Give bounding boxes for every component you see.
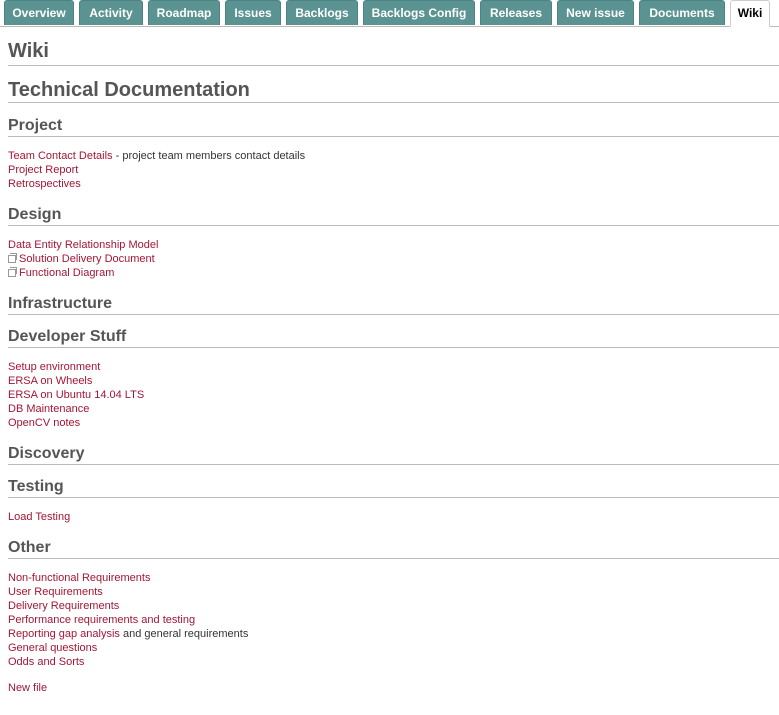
section-heading-discovery: Discovery bbox=[8, 444, 779, 465]
tab-new-issue[interactable]: New issue bbox=[557, 0, 634, 25]
tab-backlogs[interactable]: Backlogs bbox=[286, 0, 358, 25]
link-performance-requirements[interactable]: Performance requirements and testing bbox=[8, 614, 195, 626]
tab-activity[interactable]: Activity bbox=[79, 0, 143, 25]
tab-overview[interactable]: Overview bbox=[4, 0, 74, 25]
link-retrospectives[interactable]: Retrospectives bbox=[8, 178, 81, 190]
section-heading-other: Other bbox=[8, 538, 779, 559]
tab-issues[interactable]: Issues bbox=[225, 0, 281, 25]
link-general-questions[interactable]: General questions bbox=[8, 642, 97, 654]
link-nonfunctional-requirements[interactable]: Non-functional Requirements bbox=[8, 572, 150, 584]
link-odds-and-sorts[interactable]: Odds and Sorts bbox=[8, 656, 84, 668]
external-link-icon bbox=[8, 267, 17, 277]
link-setup-environment[interactable]: Setup environment bbox=[8, 361, 100, 373]
section-heading-testing: Testing bbox=[8, 477, 779, 498]
tab-wiki[interactable]: Wiki bbox=[730, 0, 770, 27]
link-functional-diagram[interactable]: Functional Diagram bbox=[19, 267, 114, 279]
main-menu-tabs: Overview Activity Roadmap Issues Backlog… bbox=[0, 0, 779, 27]
doc-title: Technical Documentation bbox=[8, 78, 779, 103]
section-heading-design: Design bbox=[8, 205, 779, 226]
page-title: Wiki bbox=[8, 39, 779, 66]
link-opencv-notes[interactable]: OpenCV notes bbox=[8, 417, 80, 429]
section-heading-infrastructure: Infrastructure bbox=[8, 294, 779, 315]
link-ersa-on-wheels[interactable]: ERSA on Wheels bbox=[8, 375, 92, 387]
link-user-requirements[interactable]: User Requirements bbox=[8, 586, 103, 598]
link-new-file[interactable]: New file bbox=[8, 682, 47, 694]
tab-documents[interactable]: Documents bbox=[639, 0, 725, 25]
link-reporting-gap-analysis[interactable]: Reporting gap analysis bbox=[8, 628, 120, 640]
link-delivery-requirements[interactable]: Delivery Requirements bbox=[8, 600, 119, 612]
team-contact-line: Team Contact Details - project team memb… bbox=[8, 149, 305, 163]
link-load-testing[interactable]: Load Testing bbox=[8, 511, 70, 523]
link-project-report[interactable]: Project Report bbox=[8, 164, 78, 176]
link-ersa-on-ubuntu[interactable]: ERSA on Ubuntu 14.04 LTS bbox=[8, 389, 144, 401]
team-contact-description: - project team members contact details bbox=[112, 150, 306, 162]
external-link-icon bbox=[8, 253, 17, 263]
tab-roadmap[interactable]: Roadmap bbox=[148, 0, 220, 25]
tab-releases[interactable]: Releases bbox=[480, 0, 552, 25]
link-db-maintenance[interactable]: DB Maintenance bbox=[8, 403, 89, 415]
section-heading-project: Project bbox=[8, 116, 779, 137]
tab-backlogs-config[interactable]: Backlogs Config bbox=[363, 0, 475, 25]
reporting-gap-suffix: and general requirements bbox=[119, 628, 249, 640]
link-solution-delivery-document[interactable]: Solution Delivery Document bbox=[19, 253, 155, 265]
link-data-entity-model[interactable]: Data Entity Relationship Model bbox=[8, 239, 158, 251]
link-team-contact-details[interactable]: Team Contact Details bbox=[8, 150, 113, 162]
section-heading-developer-stuff: Developer Stuff bbox=[8, 327, 779, 348]
